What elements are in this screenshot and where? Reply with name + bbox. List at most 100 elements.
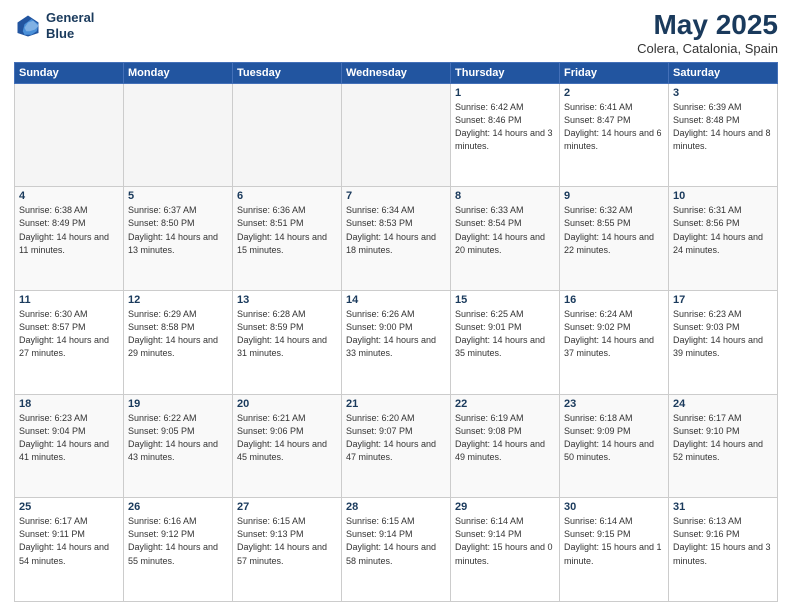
calendar-cell: 7Sunrise: 6:34 AM Sunset: 8:53 PM Daylig… [342, 187, 451, 291]
calendar-cell: 10 Sunrise: 6:31 AM Sunset: 8:56 PM Dayli… [669, 187, 778, 291]
day-info: Sunrise: 6:14 AM Sunset: 9:15 PM Dayligh… [564, 515, 664, 567]
day-number: 3 [673, 87, 773, 99]
day-info: Sunrise: 6:42 AM Sunset: 8:46 PM Dayligh… [455, 101, 555, 153]
calendar-cell: 24 Sunrise: 6:17 AM Sunset: 9:10 PM Dayli… [669, 394, 778, 498]
calendar-week-3: 18 Sunrise: 6:23 AM Sunset: 9:04 PM Dayli… [15, 394, 778, 498]
day-info: Sunrise: 6:37 AM Sunset: 8:50 PM Dayligh… [128, 204, 228, 256]
calendar-cell: 23 Sunrise: 6:18 AM Sunset: 9:09 PM Dayli… [560, 394, 669, 498]
calendar-cell: 13 Sunrise: 6:28 AM Sunset: 8:59 PM Dayli… [233, 291, 342, 395]
day-info: Sunrise: 6:23 AM Sunset: 9:04 PM Dayligh… [19, 412, 119, 464]
day-number: 8 [455, 190, 555, 202]
day-info: Sunrise: 6:36 AM Sunset: 8:51 PM Dayligh… [237, 204, 337, 256]
calendar-cell: 25 Sunrise: 6:17 AM Sunset: 9:11 PM Dayli… [15, 498, 124, 602]
day-info: Sunrise: 6:17 AM Sunset: 9:10 PM Dayligh… [673, 412, 773, 464]
day-info: Sunrise: 6:24 AM Sunset: 9:02 PM Dayligh… [564, 308, 664, 360]
day-number: 10 [673, 190, 773, 202]
day-info: Sunrise: 6:31 AM Sunset: 8:56 PM Dayligh… [673, 204, 773, 256]
day-info: Sunrise: 6:15 AM Sunset: 9:14 PM Dayligh… [346, 515, 446, 567]
calendar-cell: 12 Sunrise: 6:29 AM Sunset: 8:58 PM Dayli… [124, 291, 233, 395]
day-info: Sunrise: 6:39 AM Sunset: 8:48 PM Dayligh… [673, 101, 773, 153]
weekday-header-friday: Friday [560, 62, 669, 83]
day-number: 7 [346, 190, 446, 202]
calendar-cell: 8 Sunrise: 6:33 AM Sunset: 8:54 PM Daylig… [451, 187, 560, 291]
calendar-body: 1 Sunrise: 6:42 AM Sunset: 8:46 PM Daylig… [15, 83, 778, 601]
header: General Blue May 2025 Colera, Catalonia,… [14, 10, 778, 56]
day-number: 2 [564, 87, 664, 99]
day-info: Sunrise: 6:17 AM Sunset: 9:11 PM Dayligh… [19, 515, 119, 567]
day-info: Sunrise: 6:14 AM Sunset: 9:14 PM Dayligh… [455, 515, 555, 567]
calendar-cell: 15Sunrise: 6:25 AM Sunset: 9:01 PM Dayli… [451, 291, 560, 395]
calendar-cell: 4 Sunrise: 6:38 AM Sunset: 8:49 PM Daylig… [15, 187, 124, 291]
weekday-header-wednesday: Wednesday [342, 62, 451, 83]
day-info: Sunrise: 6:32 AM Sunset: 8:55 PM Dayligh… [564, 204, 664, 256]
day-number: 15 [455, 294, 555, 306]
weekday-header-tuesday: Tuesday [233, 62, 342, 83]
calendar-cell: 14 Sunrise: 6:26 AM Sunset: 9:00 PM Dayli… [342, 291, 451, 395]
day-number: 24 [673, 398, 773, 410]
day-number: 6 [237, 190, 337, 202]
day-number: 28 [346, 501, 446, 513]
subtitle: Colera, Catalonia, Spain [637, 41, 778, 56]
calendar-cell: 28 Sunrise: 6:15 AM Sunset: 9:14 PM Dayli… [342, 498, 451, 602]
calendar-cell: 5Sunrise: 6:37 AM Sunset: 8:50 PM Daylig… [124, 187, 233, 291]
day-number: 11 [19, 294, 119, 306]
day-number: 12 [128, 294, 228, 306]
calendar-cell [15, 83, 124, 187]
calendar-cell: 18 Sunrise: 6:23 AM Sunset: 9:04 PM Dayli… [15, 394, 124, 498]
weekday-header-monday: Monday [124, 62, 233, 83]
title-block: May 2025 Colera, Catalonia, Spain [637, 10, 778, 56]
day-number: 18 [19, 398, 119, 410]
calendar-cell [342, 83, 451, 187]
day-info: Sunrise: 6:33 AM Sunset: 8:54 PM Dayligh… [455, 204, 555, 256]
weekday-header-saturday: Saturday [669, 62, 778, 83]
day-number: 22 [455, 398, 555, 410]
day-info: Sunrise: 6:23 AM Sunset: 9:03 PM Dayligh… [673, 308, 773, 360]
calendar-cell: 27Sunrise: 6:15 AM Sunset: 9:13 PM Dayli… [233, 498, 342, 602]
weekday-header-row: SundayMondayTuesdayWednesdayThursdayFrid… [15, 62, 778, 83]
day-number: 1 [455, 87, 555, 99]
calendar-week-0: 1 Sunrise: 6:42 AM Sunset: 8:46 PM Daylig… [15, 83, 778, 187]
day-number: 16 [564, 294, 664, 306]
day-number: 14 [346, 294, 446, 306]
day-info: Sunrise: 6:15 AM Sunset: 9:13 PM Dayligh… [237, 515, 337, 567]
calendar-cell [124, 83, 233, 187]
day-info: Sunrise: 6:26 AM Sunset: 9:00 PM Dayligh… [346, 308, 446, 360]
calendar-cell: 17 Sunrise: 6:23 AM Sunset: 9:03 PM Dayli… [669, 291, 778, 395]
logo-text-general: General [46, 10, 94, 26]
calendar-cell: 3 Sunrise: 6:39 AM Sunset: 8:48 PM Daylig… [669, 83, 778, 187]
day-info: Sunrise: 6:29 AM Sunset: 8:58 PM Dayligh… [128, 308, 228, 360]
page: General Blue May 2025 Colera, Catalonia,… [0, 0, 792, 612]
weekday-header-thursday: Thursday [451, 62, 560, 83]
day-info: Sunrise: 6:28 AM Sunset: 8:59 PM Dayligh… [237, 308, 337, 360]
day-info: Sunrise: 6:41 AM Sunset: 8:47 PM Dayligh… [564, 101, 664, 153]
day-number: 29 [455, 501, 555, 513]
calendar-cell: 11Sunrise: 6:30 AM Sunset: 8:57 PM Dayli… [15, 291, 124, 395]
calendar-cell [233, 83, 342, 187]
logo-icon [14, 12, 42, 40]
calendar-cell: 16 Sunrise: 6:24 AM Sunset: 9:02 PM Dayli… [560, 291, 669, 395]
day-number: 31 [673, 501, 773, 513]
calendar-cell: 1 Sunrise: 6:42 AM Sunset: 8:46 PM Daylig… [451, 83, 560, 187]
calendar-cell: 19Sunrise: 6:22 AM Sunset: 9:05 PM Dayli… [124, 394, 233, 498]
day-number: 30 [564, 501, 664, 513]
day-number: 26 [128, 501, 228, 513]
day-number: 23 [564, 398, 664, 410]
calendar-cell: 20Sunrise: 6:21 AM Sunset: 9:06 PM Dayli… [233, 394, 342, 498]
calendar-table: SundayMondayTuesdayWednesdayThursdayFrid… [14, 62, 778, 602]
calendar-week-4: 25 Sunrise: 6:17 AM Sunset: 9:11 PM Dayli… [15, 498, 778, 602]
day-number: 25 [19, 501, 119, 513]
calendar-cell: 22 Sunrise: 6:19 AM Sunset: 9:08 PM Dayli… [451, 394, 560, 498]
calendar-cell: 31Sunrise: 6:13 AM Sunset: 9:16 PM Dayli… [669, 498, 778, 602]
day-info: Sunrise: 6:16 AM Sunset: 9:12 PM Dayligh… [128, 515, 228, 567]
day-number: 13 [237, 294, 337, 306]
day-info: Sunrise: 6:22 AM Sunset: 9:05 PM Dayligh… [128, 412, 228, 464]
day-number: 20 [237, 398, 337, 410]
calendar-cell: 21Sunrise: 6:20 AM Sunset: 9:07 PM Dayli… [342, 394, 451, 498]
day-number: 17 [673, 294, 773, 306]
day-number: 4 [19, 190, 119, 202]
day-info: Sunrise: 6:19 AM Sunset: 9:08 PM Dayligh… [455, 412, 555, 464]
calendar-week-1: 4 Sunrise: 6:38 AM Sunset: 8:49 PM Daylig… [15, 187, 778, 291]
day-info: Sunrise: 6:38 AM Sunset: 8:49 PM Dayligh… [19, 204, 119, 256]
calendar-cell: 26 Sunrise: 6:16 AM Sunset: 9:12 PM Dayli… [124, 498, 233, 602]
day-info: Sunrise: 6:18 AM Sunset: 9:09 PM Dayligh… [564, 412, 664, 464]
